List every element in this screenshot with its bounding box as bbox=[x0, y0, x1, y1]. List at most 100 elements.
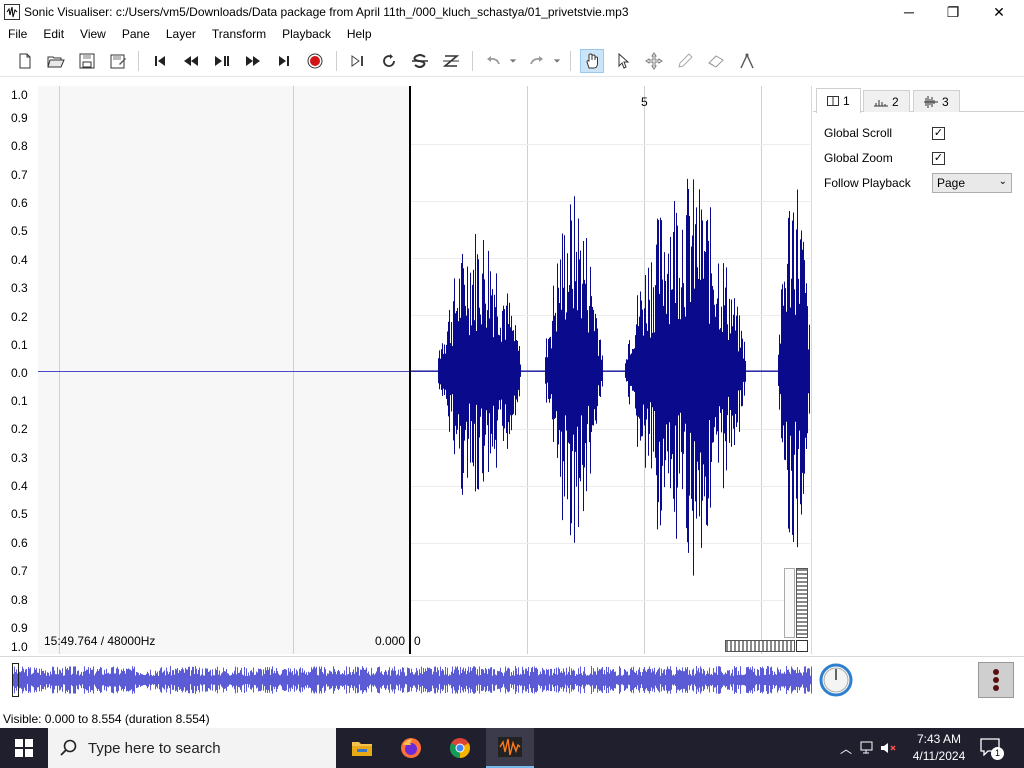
chevron-down-icon bbox=[553, 59, 561, 63]
play-selection-button[interactable] bbox=[346, 49, 370, 73]
menu-edit[interactable]: Edit bbox=[35, 24, 72, 44]
solo-icon bbox=[412, 54, 428, 68]
sonic-visualiser-taskbar-button[interactable] bbox=[486, 728, 534, 768]
scale-label: 0.2 bbox=[11, 310, 28, 324]
scale-label: 0.1 bbox=[11, 394, 28, 408]
notification-center-button[interactable]: 1 bbox=[980, 738, 1004, 760]
spectrum-icon bbox=[874, 99, 888, 106]
zoom-reset-button[interactable] bbox=[796, 640, 808, 652]
hand-icon bbox=[586, 53, 598, 69]
playback-cursor[interactable] bbox=[409, 86, 411, 654]
fast-forward-button[interactable] bbox=[241, 49, 265, 73]
menu-pane[interactable]: Pane bbox=[114, 24, 158, 44]
grid-line bbox=[59, 86, 60, 654]
layer-tabs: 1 2 3 bbox=[813, 88, 1024, 113]
new-session-button[interactable] bbox=[13, 49, 37, 73]
chrome-taskbar-button[interactable] bbox=[436, 728, 484, 768]
chevron-up-icon[interactable]: ︿ bbox=[838, 740, 854, 757]
scale-label: 0.6 bbox=[11, 196, 28, 210]
solo-button[interactable] bbox=[408, 49, 432, 73]
meter-light-icon bbox=[993, 669, 999, 675]
scale-label: 0.9 bbox=[11, 621, 28, 635]
measure-tool-button[interactable] bbox=[735, 49, 759, 73]
save-as-icon bbox=[110, 54, 126, 69]
menu-playback[interactable]: Playback bbox=[274, 24, 339, 44]
fast-forward-icon bbox=[246, 56, 260, 66]
chrome-icon bbox=[450, 738, 470, 758]
network-icon[interactable] bbox=[860, 741, 876, 755]
file-explorer-taskbar-button[interactable] bbox=[338, 728, 386, 768]
maximize-button[interactable]: ❐ bbox=[930, 0, 976, 24]
erase-tool-button[interactable] bbox=[704, 49, 728, 73]
new-file-icon bbox=[19, 53, 31, 69]
level-meter-button[interactable] bbox=[978, 662, 1014, 698]
file-explorer-icon bbox=[352, 742, 372, 756]
search-placeholder: Type here to search bbox=[88, 739, 221, 757]
move-tool-button[interactable] bbox=[642, 49, 666, 73]
vertical-zoom-thumbwheel[interactable] bbox=[796, 568, 808, 638]
open-folder-icon bbox=[47, 56, 65, 68]
undo-button[interactable] bbox=[482, 49, 506, 73]
rewind-button[interactable] bbox=[179, 49, 203, 73]
move-icon bbox=[645, 52, 663, 70]
title-bar: Sonic Visualiser: c:/Users/vm5/Downloads… bbox=[0, 0, 1024, 24]
overview-viewport-box[interactable] bbox=[12, 663, 19, 697]
scale-label: 0.1 bbox=[11, 338, 28, 352]
select-tool-button[interactable] bbox=[611, 49, 635, 73]
open-button[interactable] bbox=[44, 49, 68, 73]
align-button[interactable] bbox=[439, 49, 463, 73]
redo-button[interactable] bbox=[524, 49, 548, 73]
close-button[interactable]: ✕ bbox=[976, 0, 1022, 24]
clock-date: 4/11/2024 bbox=[912, 749, 966, 763]
taskbar-search-box[interactable]: Type here to search bbox=[48, 728, 336, 768]
menu-layer[interactable]: Layer bbox=[158, 24, 204, 44]
global-zoom-checkbox[interactable]: ✓ bbox=[932, 151, 945, 165]
record-button[interactable] bbox=[303, 49, 327, 73]
loop-icon bbox=[383, 54, 395, 67]
firefox-taskbar-button[interactable] bbox=[387, 728, 435, 768]
save-as-button[interactable] bbox=[106, 49, 130, 73]
overview-waveform bbox=[12, 666, 812, 694]
scale-label: 0.4 bbox=[11, 479, 28, 493]
tab-pane-2[interactable]: 2 bbox=[863, 90, 910, 112]
arrow-cursor-icon bbox=[618, 52, 630, 69]
tab-pane-1[interactable]: 1 bbox=[816, 88, 861, 113]
scale-label: 0.4 bbox=[11, 253, 28, 267]
horizontal-zoom-thumbwheel[interactable] bbox=[725, 640, 795, 652]
draw-tool-button[interactable] bbox=[673, 49, 697, 73]
follow-playback-select[interactable]: Page ⌄ bbox=[932, 173, 1012, 193]
tab-pane-3[interactable]: 3 bbox=[913, 90, 960, 112]
loop-button[interactable] bbox=[377, 49, 401, 73]
menu-transform[interactable]: Transform bbox=[204, 24, 274, 44]
volume-muted-icon[interactable] bbox=[880, 741, 898, 755]
skip-end-icon bbox=[279, 56, 289, 66]
toolbar-separator bbox=[138, 51, 139, 71]
volume-dial-icon[interactable] bbox=[816, 660, 856, 700]
menu-help[interactable]: Help bbox=[339, 24, 380, 44]
minimize-button[interactable]: ─ bbox=[886, 0, 932, 24]
global-scroll-checkbox[interactable]: ✓ bbox=[932, 126, 945, 140]
undo-dropdown[interactable] bbox=[506, 49, 520, 73]
undo-icon bbox=[487, 56, 500, 65]
pane-icon bbox=[827, 96, 839, 106]
start-button[interactable] bbox=[0, 728, 48, 768]
global-zoom-row: Global Zoom ✓ bbox=[824, 148, 1024, 168]
rewind-start-button[interactable] bbox=[148, 49, 172, 73]
scale-label: 0.0 bbox=[11, 366, 28, 380]
global-zoom-label: Global Zoom bbox=[824, 151, 893, 165]
redo-dropdown[interactable] bbox=[550, 49, 564, 73]
save-button[interactable] bbox=[75, 49, 99, 73]
menu-view[interactable]: View bbox=[72, 24, 114, 44]
vertical-zoom-track[interactable] bbox=[784, 568, 795, 638]
navigate-tool-button[interactable] bbox=[580, 49, 604, 73]
play-pause-icon bbox=[215, 56, 229, 66]
overview-panel[interactable] bbox=[0, 656, 1024, 704]
scale-label: 1.0 bbox=[11, 640, 28, 654]
menu-file[interactable]: File bbox=[0, 24, 35, 44]
play-pause-button[interactable] bbox=[210, 49, 234, 73]
skip-start-icon bbox=[155, 56, 165, 66]
skip-end-button[interactable] bbox=[272, 49, 296, 73]
taskbar-clock[interactable]: 7:43 AM 4/11/2024 bbox=[908, 731, 970, 765]
overview-trace bbox=[12, 666, 812, 694]
waveform-pane[interactable]: 1.0 0.9 0.8 0.7 0.6 0.5 0.4 0.3 0.2 0.1 … bbox=[0, 86, 812, 654]
